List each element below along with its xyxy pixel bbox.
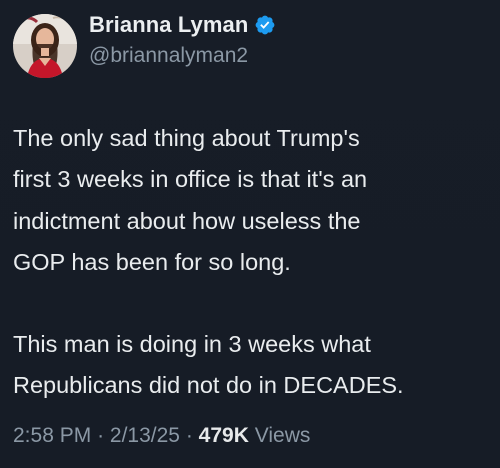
tweet-time[interactable]: 2:58 PM xyxy=(13,424,91,447)
tweet-text: The only sad thing about Trump's first 3… xyxy=(13,118,493,407)
views-label: Views xyxy=(254,424,311,447)
author-handle[interactable]: @briannalyman2 xyxy=(89,44,248,68)
tweet-line: The only sad thing about Trump's xyxy=(13,125,360,151)
avatar[interactable] xyxy=(13,14,77,78)
author-display-name[interactable]: Brianna Lyman xyxy=(89,12,248,38)
meta-separator: · xyxy=(185,424,193,447)
avatar-image xyxy=(13,14,77,78)
tweet-line: indictment about how useless the xyxy=(13,207,361,234)
tweet-line: first 3 weeks in office is that it's an xyxy=(13,166,368,193)
views-count: 479K xyxy=(198,424,249,447)
verified-badge-icon xyxy=(254,14,276,36)
tweet-line: GOP has been for so long. xyxy=(13,248,291,275)
tweet-line: This man is doing in 3 weeks what xyxy=(13,331,371,358)
tweet-meta: 2:58 PM · 2/13/25 · 479K Views xyxy=(13,424,310,448)
tweet-card: Brianna Lyman @briannalyman2 The only sa… xyxy=(0,0,500,468)
tweet-line: Republicans did not do in DECADES. xyxy=(13,372,404,399)
author-name-row: Brianna Lyman xyxy=(89,10,276,40)
meta-separator: · xyxy=(97,424,105,447)
tweet-date[interactable]: 2/13/25 xyxy=(110,424,180,447)
